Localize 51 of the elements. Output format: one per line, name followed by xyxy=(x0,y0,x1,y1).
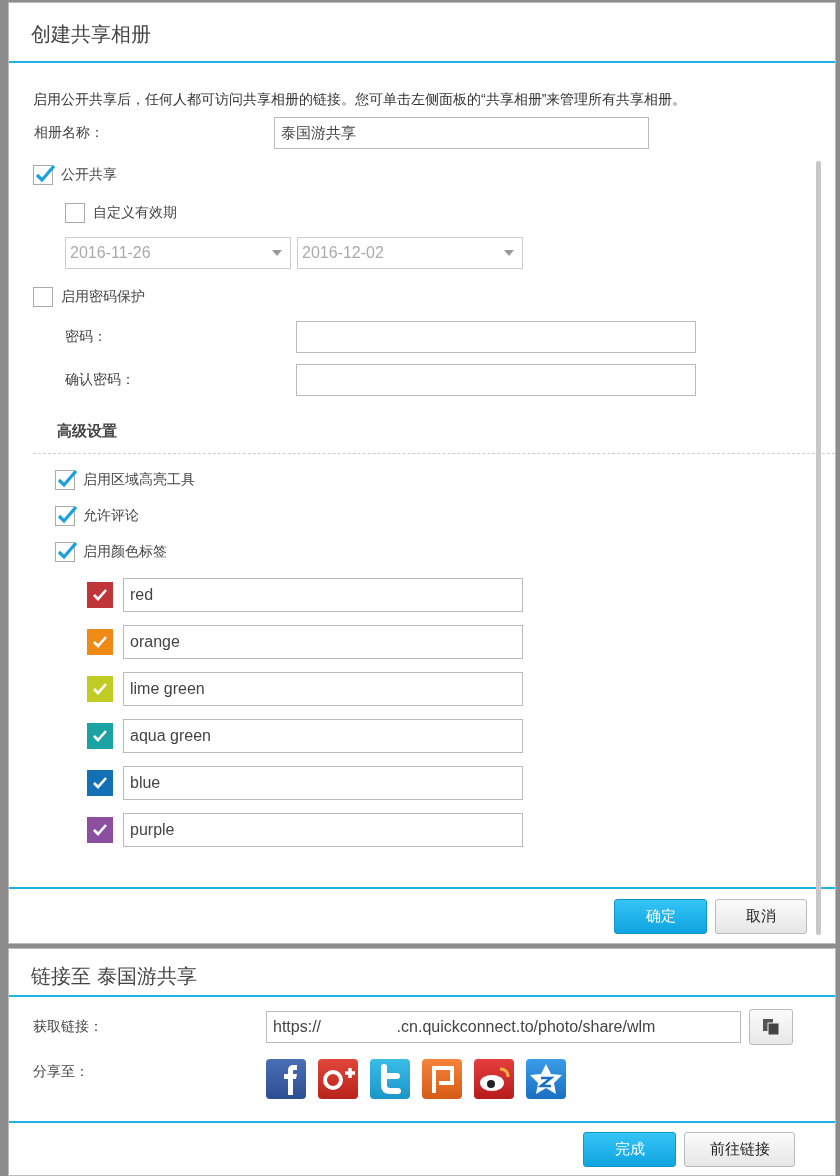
check-icon xyxy=(92,682,108,696)
album-name-field[interactable]: 泰国游共享 xyxy=(274,117,649,149)
color-label-field[interactable]: blue xyxy=(123,766,523,800)
check-icon xyxy=(92,588,108,602)
secondary-button[interactable]: 前往链接 xyxy=(684,1131,795,1167)
color-label-field[interactable]: orange xyxy=(123,625,523,659)
copy-button[interactable] xyxy=(749,1009,793,1045)
checkbox[interactable] xyxy=(33,165,53,185)
checkbox[interactable] xyxy=(55,542,75,562)
checkbox-label: 启用颜色标签 xyxy=(83,543,167,561)
color-checkbox[interactable] xyxy=(87,582,113,608)
color-label-field[interactable]: red xyxy=(123,578,523,612)
checkbox[interactable] xyxy=(65,203,85,223)
password-field[interactable] xyxy=(296,321,696,353)
password-field[interactable] xyxy=(296,364,696,396)
field-label: 确认密码： xyxy=(65,371,136,389)
field-label: 分享至： xyxy=(33,1063,90,1081)
color-checkbox[interactable] xyxy=(87,629,113,655)
description-text: 启用公开共享后，任何人都可访问共享相册的链接。您可单击左侧面板的“共享相册”来管理所有共享相册。 xyxy=(33,91,688,109)
social-share-icon[interactable] xyxy=(266,1059,306,1099)
section-heading: 高级设置 xyxy=(57,422,118,441)
scrollbar[interactable] xyxy=(816,161,821,935)
color-checkbox[interactable] xyxy=(87,770,113,796)
check-icon xyxy=(92,729,108,743)
checkbox-label: 允许评论 xyxy=(83,507,139,525)
color-label-field[interactable]: aqua green xyxy=(123,719,523,753)
link-field[interactable]: https:// .cn.quickconnect.to/photo/share/wlm xyxy=(266,1011,741,1043)
social-share-icon[interactable] xyxy=(474,1059,514,1099)
dialog-title: 链接至 泰国游共享 xyxy=(9,949,835,997)
checkbox[interactable] xyxy=(55,470,75,490)
color-label-field[interactable]: lime green xyxy=(123,672,523,706)
checkbox[interactable] xyxy=(33,287,53,307)
checkbox[interactable] xyxy=(55,506,75,526)
color-checkbox[interactable] xyxy=(87,676,113,702)
checkbox-label: 公开共享 xyxy=(61,166,117,184)
copy-icon xyxy=(762,1018,780,1036)
field-label: 获取链接： xyxy=(33,1018,104,1036)
dialog-title: 创建共享相册 xyxy=(9,3,835,63)
color-label-field[interactable]: purple xyxy=(123,813,523,847)
check-icon xyxy=(92,776,108,790)
secondary-button[interactable]: 取消 xyxy=(715,898,807,934)
field-label: 密码： xyxy=(65,328,108,346)
social-share-icon[interactable] xyxy=(318,1059,358,1099)
color-checkbox[interactable] xyxy=(87,817,113,843)
check-icon xyxy=(92,635,108,649)
field-label: 相册名称： xyxy=(34,124,105,142)
check-icon xyxy=(92,823,108,837)
checkbox-label: 自定义有效期 xyxy=(93,204,177,222)
color-checkbox[interactable] xyxy=(87,723,113,749)
checkbox-label: 启用密码保护 xyxy=(61,288,145,306)
checkbox-label: 启用区域高亮工具 xyxy=(83,471,195,489)
